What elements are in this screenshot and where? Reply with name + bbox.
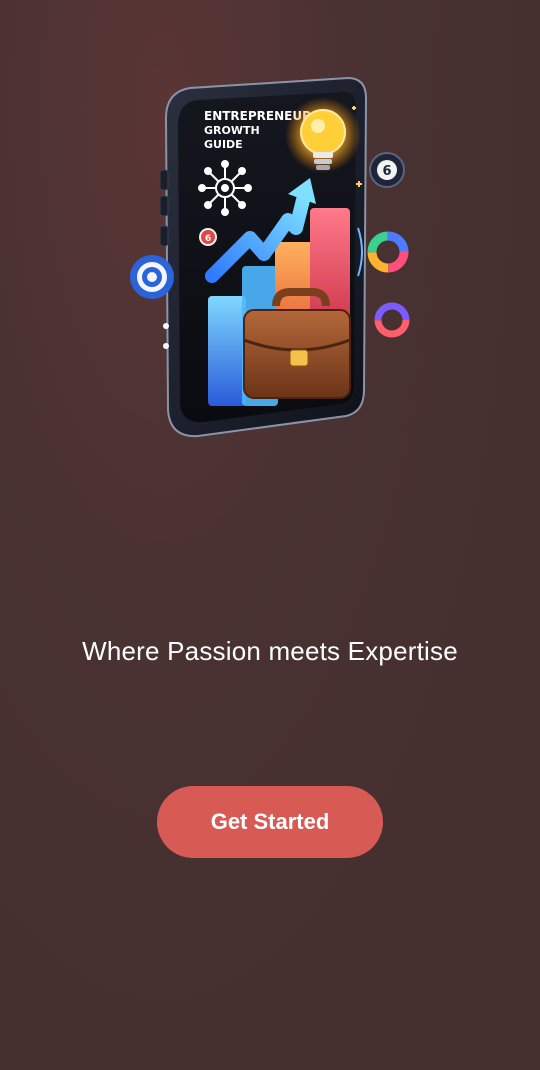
network-icon — [198, 160, 252, 216]
hero-illustration: ENTREPRENEUR GROWTH GUIDE 6 6 — [130, 76, 410, 438]
small-badge-icon: 6 — [199, 228, 217, 246]
phone-screen-label-line2: GROWTH — [204, 124, 260, 137]
svg-text:6: 6 — [205, 234, 211, 244]
get-started-button[interactable]: Get Started — [157, 786, 383, 858]
target-icon — [130, 255, 174, 299]
tagline: Where Passion meets Expertise — [82, 636, 458, 666]
ring-icon — [374, 302, 410, 338]
svg-text:6: 6 — [382, 164, 391, 179]
badge-icon: 6 — [369, 152, 405, 188]
phone-screen-label-line3: GUIDE — [204, 138, 243, 151]
